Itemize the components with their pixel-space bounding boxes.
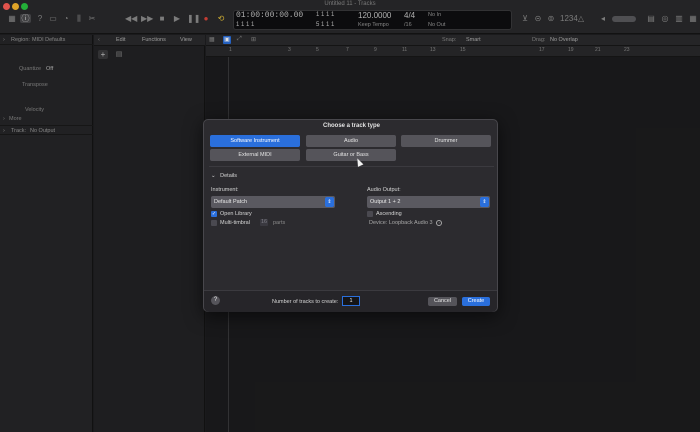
details-label: Details xyxy=(220,173,237,179)
audio-output-popup[interactable]: Output 1 + 2 ⇕ xyxy=(367,196,490,208)
multitimbral-label: Multi-timbral xyxy=(220,220,250,226)
instrument-label: Instrument: xyxy=(211,187,239,193)
audio-output-label: Audio Output: xyxy=(367,187,401,193)
logic-pro-window: Untitled 11 - Tracks ▦ ⓘ ? ▭ ◔ ⫼ ✂ ◀◀ ▶▶… xyxy=(0,0,700,432)
details-disclosure[interactable]: ⌄ Details xyxy=(211,173,237,179)
audio-button[interactable]: Audio xyxy=(306,135,396,147)
parts-count-field[interactable]: 16 xyxy=(260,219,268,226)
cancel-button[interactable]: Cancel xyxy=(428,297,457,306)
dialog-title: Choose a track type xyxy=(322,123,381,129)
updown-chevron-icon: ⇕ xyxy=(325,197,334,207)
guitar-or-bass-button[interactable]: Guitar or Bass xyxy=(306,149,396,161)
multitimbral-checkbox[interactable] xyxy=(211,220,217,226)
instrument-popup[interactable]: Default Patch ⇕ xyxy=(211,196,335,208)
updown-chevron-icon: ⇕ xyxy=(480,197,489,207)
external-midi-button[interactable]: External MIDI xyxy=(210,149,300,161)
device-text: Device: Loopback Audio 3 xyxy=(369,220,433,226)
arrow-circle-icon[interactable]: › xyxy=(436,220,443,226)
ascending-checkbox[interactable] xyxy=(367,211,373,217)
num-tracks-input[interactable]: 1 xyxy=(342,296,360,306)
help-button[interactable]: ? xyxy=(211,296,220,305)
new-track-dialog: Choose a track type Software Instrument … xyxy=(203,119,498,312)
instrument-value: Default Patch xyxy=(214,199,248,205)
parts-label: parts xyxy=(273,220,286,226)
open-library-label: Open Library xyxy=(220,211,252,217)
divider xyxy=(209,166,494,167)
create-button[interactable]: Create xyxy=(462,297,490,306)
chevron-down-icon: ⌄ xyxy=(211,173,216,179)
ascending-label: Ascending xyxy=(376,211,402,217)
audio-output-value: Output 1 + 2 xyxy=(370,199,401,205)
num-tracks-label: Number of tracks to create: xyxy=(272,299,339,305)
open-library-checkbox[interactable]: ✓ xyxy=(211,211,217,217)
drummer-button[interactable]: Drummer xyxy=(401,135,491,147)
device-label: Device: Loopback Audio 3 › xyxy=(369,220,443,226)
software-instrument-button[interactable]: Software Instrument xyxy=(210,135,300,147)
dialog-footer: ? Number of tracks to create: 1 Cancel C… xyxy=(204,290,497,312)
